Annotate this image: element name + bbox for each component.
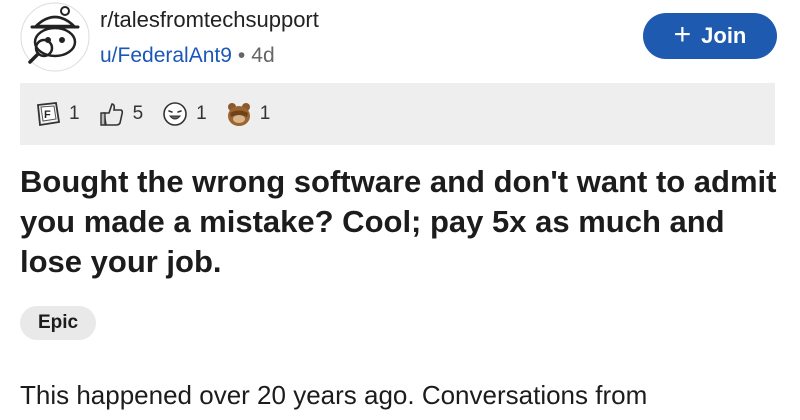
subreddit-name[interactable]: r/talesfromtechsupport [100,6,319,34]
svg-text:F: F [44,109,51,121]
snoo-detective-icon [20,2,90,72]
awards-bar[interactable]: F 1 5 1 1 [20,83,775,145]
subreddit-avatar[interactable] [20,2,90,72]
thumbs-up-icon [99,103,123,126]
author-username[interactable]: u/FederalAnt9 [100,44,232,67]
plus-icon: + [673,17,692,51]
bear-facepalm-icon [227,103,250,126]
post-title[interactable]: Bought the wrong software and don't want… [20,162,780,282]
meta-separator: • [237,44,246,67]
laughing-face-icon [163,102,187,126]
award-count: 5 [132,103,144,124]
post-body: This happened over 20 years ago. Convers… [20,380,648,410]
author-line: u/FederalAnt9 • 4d [100,42,319,70]
award-count: 1 [259,103,271,124]
join-button-label: Join [701,23,747,48]
award-count: 1 [69,103,80,124]
award-item[interactable]: F 1 [34,100,80,128]
award-count: 1 [196,103,207,124]
award-item[interactable]: 1 [161,100,207,128]
join-button[interactable]: + Join [643,13,777,59]
post-meta: r/talesfromtechsupport u/FederalAnt9 • 4d [100,6,319,70]
f-keycap-icon: F [37,102,61,127]
post-flair[interactable]: Epic [20,306,97,340]
award-item[interactable]: 1 [225,100,271,128]
post-age: 4d [251,44,275,67]
award-item[interactable]: 5 [98,100,144,128]
